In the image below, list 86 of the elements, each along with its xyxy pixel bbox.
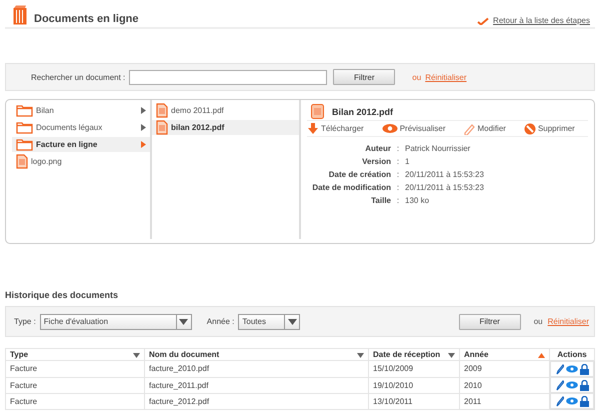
folder-icon bbox=[16, 121, 33, 134]
table-cell: facture_2010.pdf bbox=[144, 360, 368, 377]
table-cell: 13/10/2011 bbox=[368, 393, 460, 410]
colon: : bbox=[396, 183, 400, 192]
prohibited-icon bbox=[524, 122, 536, 134]
colon: : bbox=[396, 196, 400, 205]
colon: : bbox=[396, 157, 400, 166]
document-title: Bilan 2012.pdf bbox=[332, 106, 394, 116]
filter-label: Année : bbox=[206, 317, 234, 326]
file-item[interactable]: bilan 2012.pdf bbox=[152, 120, 299, 135]
file-icon bbox=[16, 154, 28, 169]
file-icon bbox=[156, 103, 168, 118]
folder-icon bbox=[16, 104, 33, 117]
column-header[interactable]: Date de réception bbox=[368, 348, 460, 360]
folder-item[interactable]: Documents légaux bbox=[12, 120, 150, 135]
property-value: 1 bbox=[405, 157, 410, 166]
property-label: Date de modification bbox=[311, 183, 391, 192]
table-cell: 19/10/2010 bbox=[368, 377, 460, 393]
property-value: Patrick Nourrissier bbox=[405, 144, 472, 153]
pencil-icon bbox=[556, 396, 564, 406]
action-link[interactable]: Prévisualiser bbox=[382, 122, 446, 134]
lock-icon bbox=[580, 396, 588, 406]
table-cell: facture_2012.pdf bbox=[144, 393, 368, 410]
type-dropdown[interactable]: Fiche d'évaluation bbox=[40, 314, 192, 330]
table-cell: Facture bbox=[6, 377, 144, 393]
eye-icon bbox=[566, 381, 578, 389]
property-value: 130 ko bbox=[405, 196, 430, 205]
back-link[interactable]: Retour à la liste des étapes bbox=[493, 16, 590, 25]
pencil-icon bbox=[556, 380, 564, 390]
property-label: Date de création bbox=[328, 170, 391, 179]
section-title: Historique des documents bbox=[5, 290, 120, 300]
action-link[interactable]: Modifier bbox=[463, 122, 506, 134]
column-header[interactable]: Actions bbox=[550, 348, 594, 360]
eye-icon bbox=[382, 122, 398, 134]
table-cell: Facture bbox=[6, 360, 144, 377]
property-label: Taille bbox=[370, 196, 391, 205]
dropdown-arrow-icon bbox=[357, 353, 364, 358]
file-icon bbox=[311, 104, 324, 119]
year-dropdown[interactable]: Toutes bbox=[238, 314, 300, 330]
column-header[interactable]: Nom du document bbox=[144, 348, 368, 360]
or-text: ou bbox=[534, 317, 543, 326]
table-cell: 2009 bbox=[460, 360, 550, 377]
sort-ascending-icon bbox=[538, 353, 545, 358]
expand-arrow-icon bbox=[141, 107, 146, 114]
table-cell: 15/10/2009 bbox=[368, 360, 460, 377]
pencil-icon bbox=[556, 364, 564, 374]
binders-icon bbox=[13, 5, 27, 25]
or-text: ou bbox=[412, 72, 422, 82]
folder-icon bbox=[16, 138, 33, 151]
property-value: 20/11/2011 à 15:53:23 bbox=[405, 183, 485, 192]
colon: : bbox=[396, 144, 400, 153]
page-title: Documents en ligne bbox=[34, 13, 139, 25]
column-header[interactable]: Année bbox=[460, 348, 550, 360]
filter-button[interactable]: Filtrer bbox=[458, 314, 521, 330]
file-icon bbox=[156, 120, 168, 135]
file-item[interactable]: logo.png bbox=[12, 154, 150, 169]
download-arrow-icon bbox=[307, 122, 319, 134]
property-label: Version bbox=[361, 157, 391, 166]
property-label: Auteur bbox=[364, 144, 391, 153]
lock-icon bbox=[580, 364, 588, 374]
filter-button[interactable]: Filtrer bbox=[333, 69, 396, 85]
property-value: 20/11/2011 à 15:53:23 bbox=[405, 170, 485, 179]
search-label: Rechercher un document : bbox=[31, 72, 126, 82]
file-item[interactable]: demo 2011.pdf bbox=[152, 103, 299, 118]
action-link[interactable]: Télécharger bbox=[307, 122, 364, 134]
dropdown-arrow-icon bbox=[133, 353, 140, 358]
dropdown-arrow-icon bbox=[448, 353, 455, 358]
lock-icon bbox=[580, 380, 588, 390]
column-header[interactable]: Type bbox=[6, 348, 144, 360]
table-cell: facture_2011.pdf bbox=[144, 377, 368, 393]
expand-arrow-icon bbox=[141, 124, 146, 131]
dropdown-arrow-icon bbox=[179, 318, 188, 324]
filter-label: Type : bbox=[14, 317, 36, 326]
colon: : bbox=[396, 170, 400, 179]
table-cell: Facture bbox=[6, 393, 144, 410]
eye-icon bbox=[566, 365, 578, 373]
search-field[interactable] bbox=[129, 70, 328, 84]
folder-item[interactable]: Facture en ligne bbox=[12, 137, 150, 152]
eye-icon bbox=[566, 397, 578, 405]
dropdown-arrow-icon bbox=[288, 318, 297, 324]
pencil-icon bbox=[463, 122, 476, 134]
action-link[interactable]: Supprimer bbox=[524, 122, 575, 134]
table-cell: 2011 bbox=[460, 393, 550, 410]
table-cell: 2010 bbox=[460, 377, 550, 393]
expand-arrow-icon bbox=[141, 141, 146, 148]
folder-item[interactable]: Bilan bbox=[12, 103, 150, 118]
